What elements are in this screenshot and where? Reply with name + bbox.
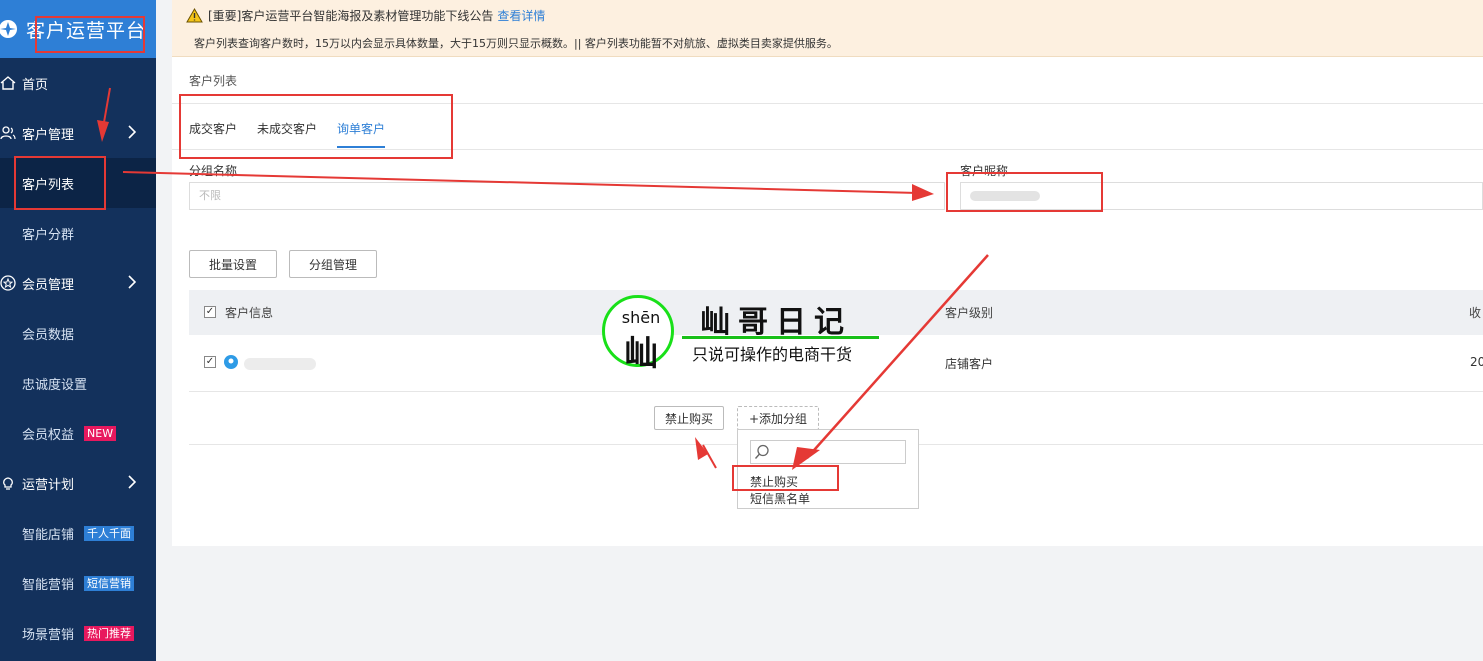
chevron-right-icon bbox=[128, 275, 136, 289]
group-name-select[interactable]: 不限 bbox=[189, 182, 945, 210]
annotation-box-customer-list bbox=[14, 156, 106, 210]
option-sms-blacklist[interactable]: 短信黑名单 bbox=[750, 490, 810, 507]
annotation-box-ban-option bbox=[732, 465, 839, 491]
annotation-box-brand bbox=[35, 16, 145, 53]
group-name-label: 分组名称 bbox=[189, 164, 238, 178]
row-checkbox[interactable]: ✓ bbox=[204, 356, 216, 368]
annotation-box-tabs bbox=[179, 94, 453, 159]
sidebar-item-operation-plan[interactable]: 运营计划 bbox=[0, 458, 156, 508]
sidebar-item-smart-marketing[interactable]: 智能营销 短信营销 bbox=[0, 558, 156, 608]
hot-badge: 热门推荐 bbox=[84, 625, 135, 641]
blurred-name bbox=[244, 358, 316, 370]
sidebar-item-label: 场景营销 bbox=[22, 627, 75, 643]
watermark-pinyin: shēn bbox=[621, 308, 661, 327]
sidebar-item-customer-segment[interactable]: 客户分群 bbox=[0, 208, 156, 258]
notice-hint: 客户列表查询客户数时，15万以内会显示具体数量，大于15万则只显示概数。|| 客… bbox=[194, 37, 838, 50]
sidebar-item-member-data[interactable]: 会员数据 bbox=[0, 308, 156, 358]
sidebar-item-label: 智能营销 bbox=[22, 577, 75, 593]
notice-banner: [重要]客户运营平台智能海报及素材管理功能下线公告 查看详情 客户列表查询客户数… bbox=[172, 0, 1483, 57]
chevron-right-icon bbox=[128, 125, 136, 139]
sidebar-item-label: 首页 bbox=[22, 77, 49, 93]
star-icon bbox=[0, 275, 16, 291]
watermark-char: 屾 bbox=[624, 334, 658, 374]
group-search-input[interactable] bbox=[750, 440, 906, 464]
sidebar-item-label: 忠诚度设置 bbox=[22, 377, 88, 393]
avatar-icon bbox=[224, 355, 238, 369]
users-icon bbox=[0, 125, 16, 141]
notice-detail-link[interactable]: 查看详情 bbox=[497, 7, 545, 24]
new-badge: NEW bbox=[84, 425, 117, 441]
search-icon bbox=[754, 444, 769, 459]
sidebar-item-smart-store[interactable]: 智能店铺 千人千面 bbox=[0, 508, 156, 558]
sidebar-item-label: 会员权益 bbox=[22, 427, 75, 443]
watermark-underline bbox=[682, 336, 879, 339]
logo-icon bbox=[0, 20, 17, 38]
home-icon bbox=[0, 75, 16, 91]
bulb-icon bbox=[0, 475, 16, 491]
sms-badge: 短信营销 bbox=[84, 575, 135, 591]
watermark-logo: shēn 屾 bbox=[602, 295, 674, 374]
annotation-box-nickname bbox=[946, 172, 1103, 212]
sidebar-item-label: 客户分群 bbox=[22, 227, 75, 243]
sidebar-item-customer-management[interactable]: 客户管理 bbox=[0, 108, 156, 158]
group-manage-button[interactable]: 分组管理 bbox=[289, 250, 377, 278]
add-group-button[interactable]: +添加分组 bbox=[737, 406, 819, 430]
watermark-subtitle: 只说可操作的电商干货 bbox=[692, 345, 853, 364]
sidebar-item-label: 客户管理 bbox=[22, 127, 75, 143]
breadcrumb: 客户列表 bbox=[189, 74, 238, 88]
sidebar-item-label: 智能店铺 bbox=[22, 527, 75, 543]
watermark-title: 屾哥日记 bbox=[700, 305, 852, 340]
sidebar-item-label: 运营计划 bbox=[22, 477, 75, 493]
chevron-right-icon bbox=[128, 475, 136, 489]
sidebar-item-member-management[interactable]: 会员管理 bbox=[0, 258, 156, 308]
sidebar-item-loyalty-settings[interactable]: 忠诚度设置 bbox=[0, 358, 156, 408]
row-level: 店铺客户 bbox=[945, 357, 994, 371]
col-customer-level: 客户级别 bbox=[945, 306, 994, 320]
watermark: shēn 屾 屾哥日记 只说可操作的电商干货 bbox=[600, 293, 890, 374]
sidebar-item-member-benefits[interactable]: 会员权益 NEW bbox=[0, 408, 156, 458]
ban-purchase-button[interactable]: 禁止购买 bbox=[654, 406, 724, 430]
warning-icon bbox=[186, 8, 203, 23]
batch-settings-button[interactable]: 批量设置 bbox=[189, 250, 277, 278]
col-partial: 收 bbox=[1469, 306, 1482, 320]
sidebar-item-label: 会员管理 bbox=[22, 277, 75, 293]
sidebar-item-scene-marketing[interactable]: 场景营销 热门推荐 bbox=[0, 608, 156, 658]
row-partial: 20 bbox=[1470, 355, 1483, 369]
col-customer-info: 客户信息 bbox=[225, 306, 274, 320]
personalize-badge: 千人千面 bbox=[84, 525, 135, 541]
notice-text: [重要]客户运营平台智能海报及素材管理功能下线公告 bbox=[208, 9, 494, 23]
sidebar-item-home[interactable]: 首页 bbox=[0, 58, 156, 108]
divider bbox=[189, 391, 1483, 392]
select-all-checkbox[interactable]: ✓ bbox=[204, 306, 216, 318]
sidebar-item-label: 会员数据 bbox=[22, 327, 75, 343]
sidebar: 客户运营平台 首页 客户管理 客户列表 客户分群 会员管理 会员数据 忠诚度设置… bbox=[0, 0, 156, 661]
